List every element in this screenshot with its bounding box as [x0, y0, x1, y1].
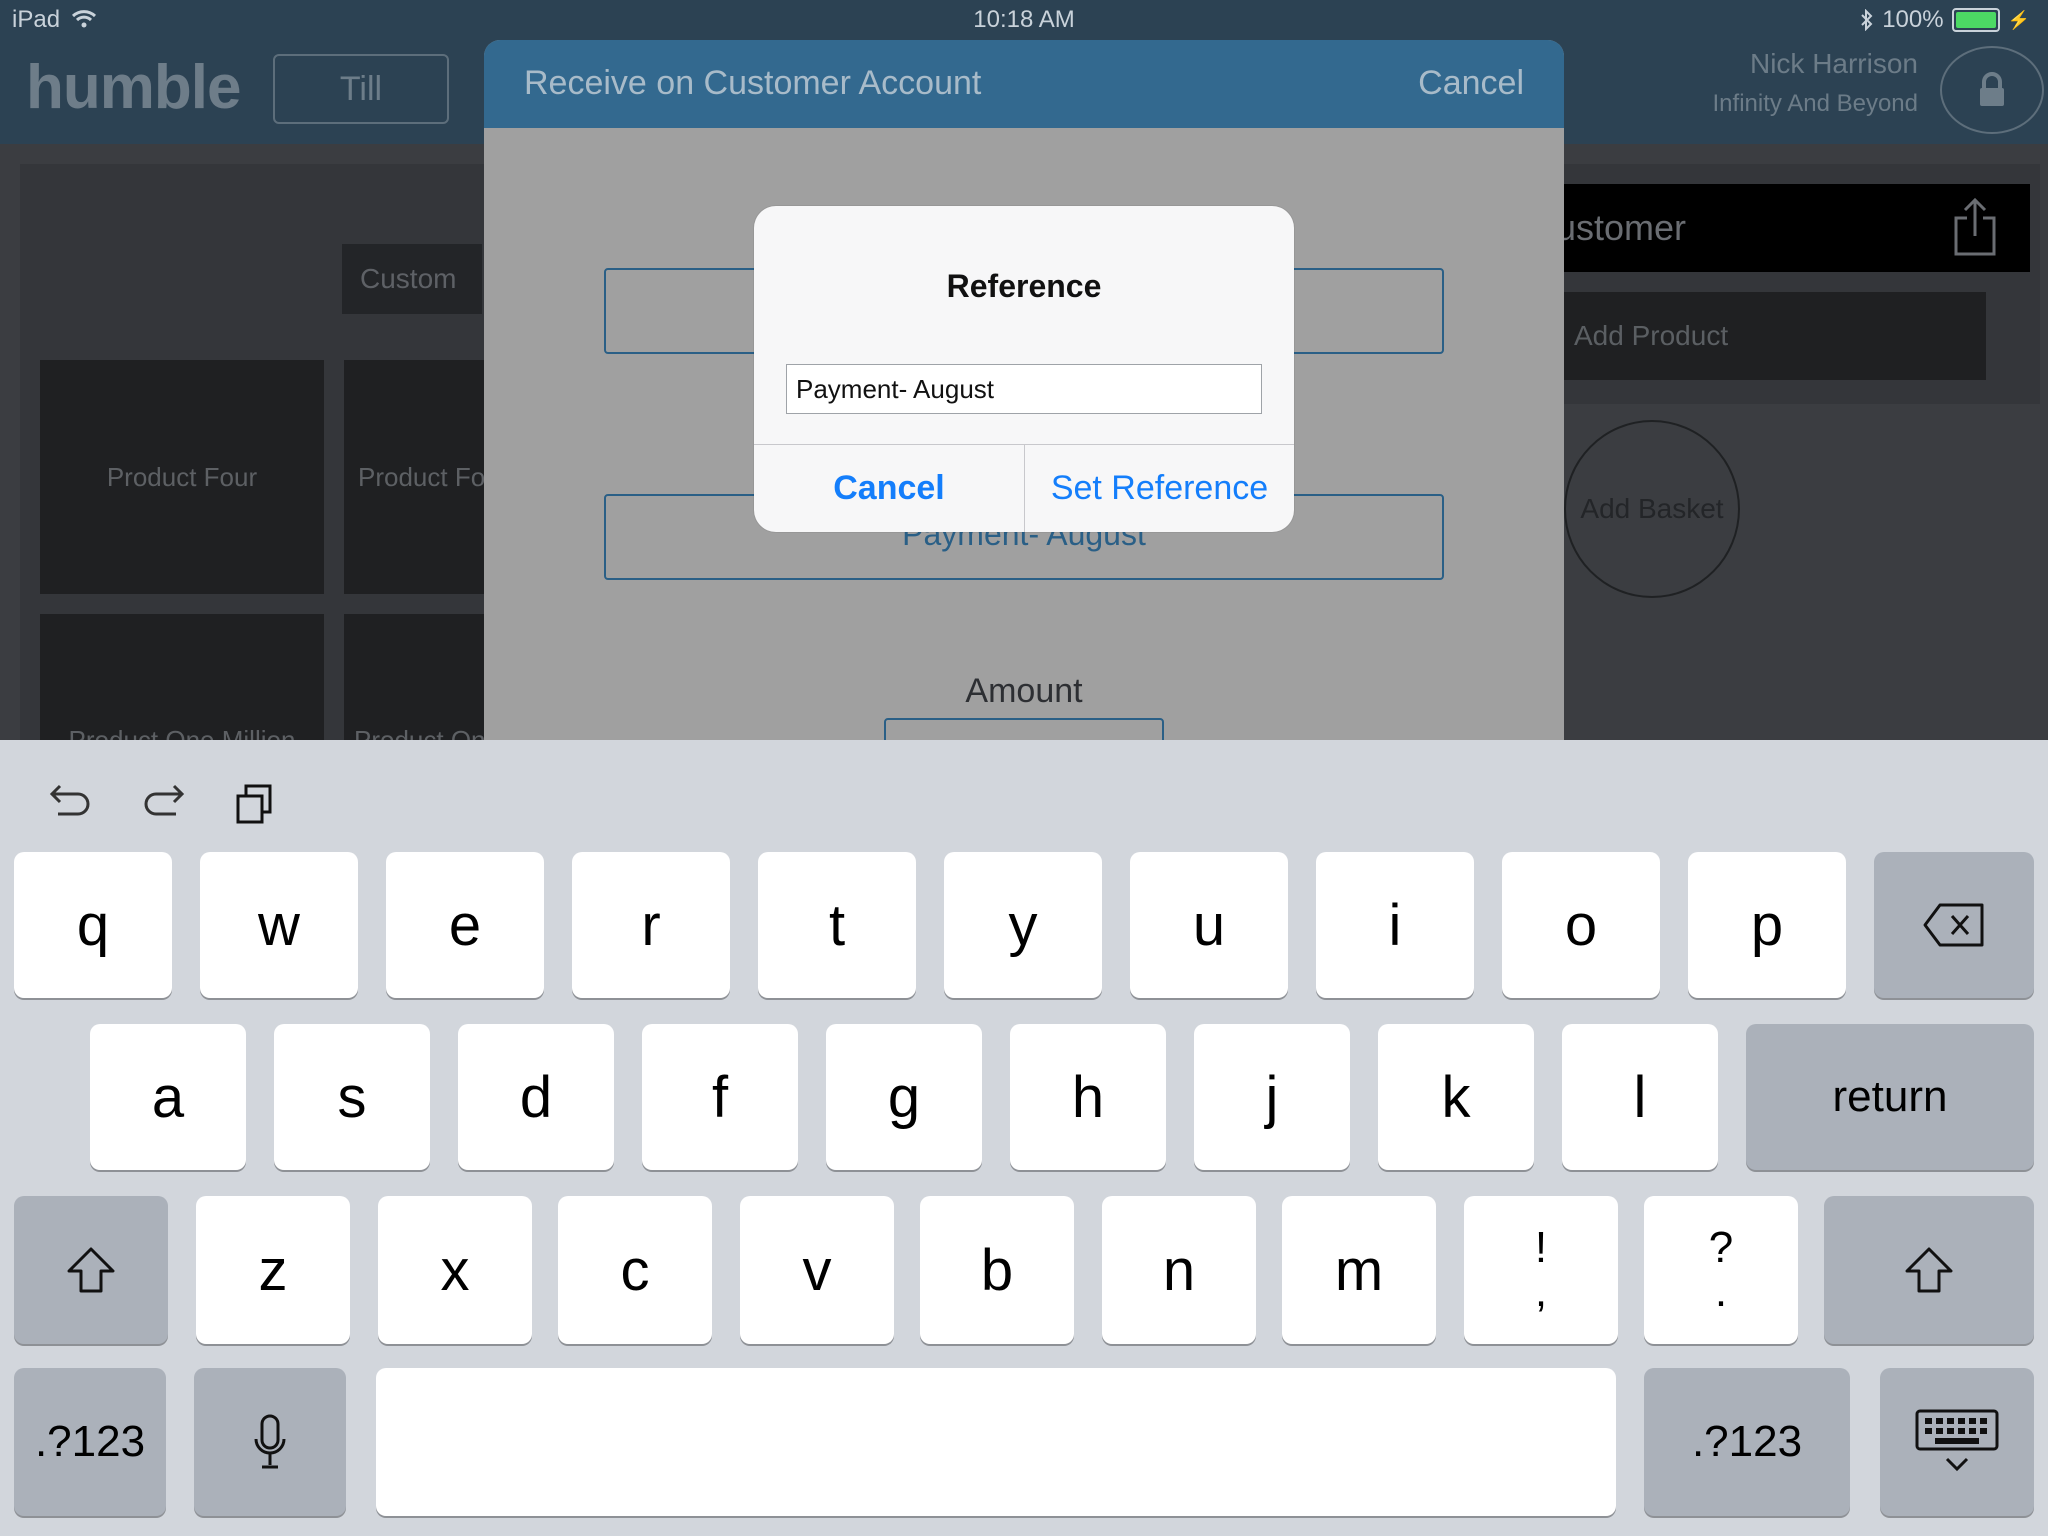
key-secondary: .: [1714, 1267, 1728, 1316]
product-tile[interactable]: Product Four: [40, 360, 324, 594]
key-b[interactable]: b: [920, 1196, 1074, 1344]
key-s[interactable]: s: [274, 1024, 430, 1170]
dismiss-keyboard-key[interactable]: [1880, 1368, 2034, 1516]
key-n[interactable]: n: [1102, 1196, 1256, 1344]
add-basket-button[interactable]: Add Basket: [1564, 420, 1740, 598]
microphone-icon: [254, 1414, 286, 1469]
status-right: 100% ⚡: [1860, 6, 2030, 34]
keyboard: q w e r t y u i o p a s d f g h j k l re…: [0, 740, 2048, 1536]
alert-title: Reference: [946, 268, 1102, 304]
key-h[interactable]: h: [1010, 1024, 1166, 1170]
key-q[interactable]: q: [14, 852, 172, 998]
key-g[interactable]: g: [826, 1024, 982, 1170]
key-c[interactable]: c: [558, 1196, 712, 1344]
paste-icon[interactable]: [234, 782, 276, 826]
undo-icon[interactable]: [48, 782, 94, 824]
backspace-icon: [1923, 903, 1984, 947]
key-w[interactable]: w: [200, 852, 358, 998]
charging-icon: ⚡: [2007, 9, 2030, 30]
key-x[interactable]: x: [378, 1196, 532, 1344]
set-reference-button[interactable]: Set Reference: [1025, 445, 1294, 532]
redo-icon[interactable]: [140, 782, 186, 824]
key-primary: ?: [1708, 1223, 1734, 1272]
status-time: 10:18 AM: [973, 6, 1075, 33]
key-e[interactable]: e: [386, 852, 544, 998]
lock-icon: [1980, 72, 2004, 106]
user-company: Infinity And Beyond: [1712, 90, 1918, 117]
key-l[interactable]: l: [1562, 1024, 1718, 1170]
reference-alert: Reference Cancel Set Reference: [754, 206, 1294, 532]
return-key[interactable]: return: [1746, 1024, 2034, 1170]
till-button[interactable]: Till: [273, 54, 449, 124]
key-y[interactable]: y: [944, 852, 1102, 998]
key-o[interactable]: o: [1502, 852, 1660, 998]
key-i[interactable]: i: [1316, 852, 1474, 998]
key-question-period[interactable]: ? .: [1644, 1196, 1798, 1344]
modal-title: Receive on Customer Account: [524, 64, 982, 102]
key-m[interactable]: m: [1282, 1196, 1436, 1344]
shift-key-left[interactable]: [14, 1196, 168, 1344]
key-f[interactable]: f: [642, 1024, 798, 1170]
space-key[interactable]: [376, 1368, 1616, 1516]
dictation-key[interactable]: [194, 1368, 346, 1516]
numbers-key-left[interactable]: .?123: [14, 1368, 166, 1516]
share-icon[interactable]: [1952, 198, 1998, 256]
amount-label: Amount: [965, 672, 1083, 710]
alert-cancel-button[interactable]: Cancel: [754, 445, 1024, 532]
keyboard-dismiss-icon: [1915, 1409, 1999, 1472]
shift-icon: [67, 1247, 115, 1293]
key-primary: !: [1534, 1223, 1548, 1272]
key-u[interactable]: u: [1130, 852, 1288, 998]
status-bar: iPad 10:18 AM 100% ⚡: [0, 0, 2048, 40]
key-j[interactable]: j: [1194, 1024, 1350, 1170]
battery-percent: 100%: [1882, 6, 1944, 33]
bluetooth-icon: [1861, 9, 1873, 31]
shift-key-right[interactable]: [1824, 1196, 2034, 1344]
key-k[interactable]: k: [1378, 1024, 1534, 1170]
lock-button[interactable]: [1940, 46, 2044, 134]
tab-custom[interactable]: Custom: [342, 244, 482, 314]
key-t[interactable]: t: [758, 852, 916, 998]
key-d[interactable]: d: [458, 1024, 614, 1170]
modal-header: Receive on Customer Account Cancel: [484, 40, 1564, 128]
key-v[interactable]: v: [740, 1196, 894, 1344]
app-logo: humble: [26, 53, 241, 122]
modal-cancel-button[interactable]: Cancel: [1418, 64, 1524, 103]
reference-input[interactable]: [786, 364, 1262, 414]
numbers-key-right[interactable]: .?123: [1644, 1368, 1850, 1516]
key-p[interactable]: p: [1688, 852, 1846, 998]
shift-icon: [1905, 1247, 1953, 1293]
key-a[interactable]: a: [90, 1024, 246, 1170]
add-product-button[interactable]: Add Product: [1550, 292, 1986, 380]
key-secondary: ,: [1534, 1267, 1548, 1316]
backspace-key[interactable]: [1874, 852, 2034, 998]
key-exclamation-comma[interactable]: ! ,: [1464, 1196, 1618, 1344]
battery-icon: [1951, 8, 2000, 32]
user-name: Nick Harrison: [1749, 48, 1918, 79]
key-z[interactable]: z: [196, 1196, 350, 1344]
key-r[interactable]: r: [572, 852, 730, 998]
